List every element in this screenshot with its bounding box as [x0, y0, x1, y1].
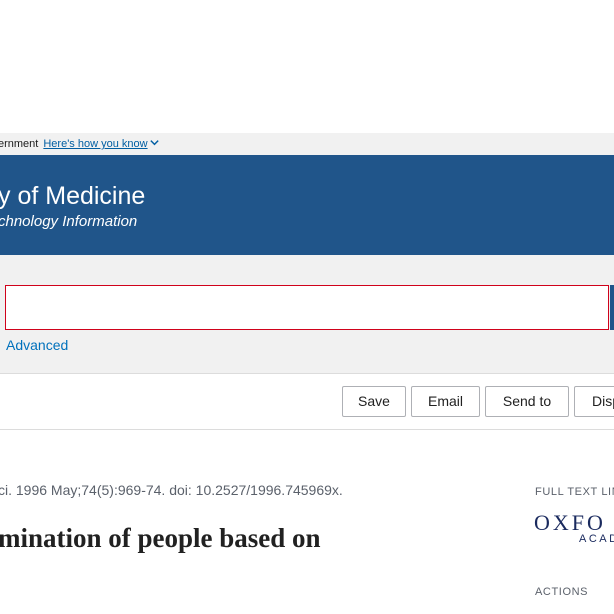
- chevron-down-icon: [149, 140, 159, 146]
- publisher-logo-sub: ACAD: [579, 533, 614, 545]
- display-options-button[interactable]: Disp: [574, 386, 614, 417]
- save-button[interactable]: Save: [342, 386, 406, 417]
- gov-banner-text: ernment: [0, 138, 39, 150]
- search-band: Advanced: [0, 255, 614, 374]
- actions-heading: ACTIONS: [535, 586, 589, 598]
- gov-banner: ernment Here's how you know: [0, 133, 614, 155]
- send-to-button[interactable]: Send to: [485, 386, 569, 417]
- site-title[interactable]: y of Medicine: [0, 182, 145, 211]
- site-subtitle: chnology Information: [0, 213, 138, 230]
- heres-how-you-know-label: Here's how you know: [43, 138, 148, 150]
- article-citation: ci. 1996 May;74(5):969-74. doi: 10.2527/…: [0, 482, 343, 498]
- oxford-academic-logo[interactable]: OXFO ACAD: [534, 510, 614, 550]
- actions-bar: Save Email Send to Disp: [0, 374, 614, 430]
- article-title: mination of people based on: [0, 523, 321, 553]
- search-input[interactable]: [5, 285, 609, 330]
- search-button[interactable]: [610, 285, 614, 330]
- email-button[interactable]: Email: [411, 386, 480, 417]
- advanced-search-link[interactable]: Advanced: [6, 337, 68, 353]
- site-header: y of Medicine chnology Information: [0, 155, 614, 255]
- heres-how-you-know-link[interactable]: Here's how you know: [43, 138, 159, 150]
- full-text-links-heading: FULL TEXT LIN: [535, 486, 614, 498]
